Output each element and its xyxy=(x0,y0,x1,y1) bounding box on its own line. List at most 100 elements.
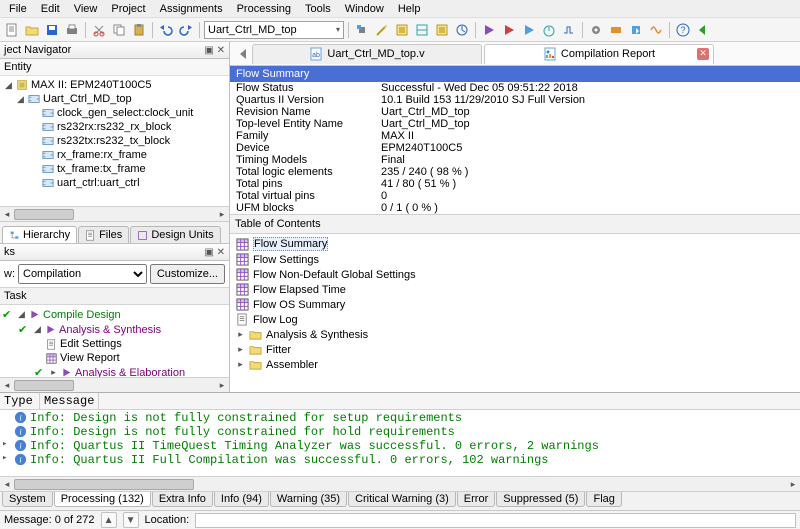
close-tab-icon[interactable]: ✕ xyxy=(697,48,709,60)
msgtab-processing[interactable]: Processing (132) xyxy=(54,492,151,507)
expand-icon[interactable]: ◢ xyxy=(16,94,25,105)
msgtab-critical[interactable]: Critical Warning (3) xyxy=(348,492,456,507)
msgtab-extra-info[interactable]: Extra Info xyxy=(152,492,213,507)
play-icon xyxy=(61,367,72,377)
simulation-icon[interactable] xyxy=(560,21,578,39)
paste-icon[interactable] xyxy=(130,21,148,39)
new-file-icon[interactable] xyxy=(3,21,21,39)
entity-node[interactable]: tx_frame:tx_frame xyxy=(57,163,146,175)
tasks-scrollbar[interactable]: ◂▸ xyxy=(0,377,229,392)
entity-node[interactable]: rs232tx:rs232_tx_block xyxy=(57,135,170,147)
message-line[interactable]: Info: Quartus II TimeQuest Timing Analyz… xyxy=(30,439,599,453)
device-node[interactable]: MAX II: EPM240T100C5 xyxy=(31,79,151,91)
prev-message-icon[interactable]: ▲ xyxy=(101,512,117,528)
msgtab-system[interactable]: System xyxy=(2,492,53,507)
tree-scrollbar[interactable]: ◂▸ xyxy=(0,206,229,221)
toc-folder[interactable]: Assembler xyxy=(266,359,318,371)
message-line[interactable]: Info: Quartus II Full Compilation was su… xyxy=(30,453,548,467)
compile-play-icon[interactable] xyxy=(480,21,498,39)
location-field[interactable] xyxy=(195,513,796,528)
toc-item[interactable]: Flow Non-Default Global Settings xyxy=(253,269,416,281)
entity-node[interactable]: clock_gen_select:clock_unit xyxy=(57,107,193,119)
menu-file[interactable]: File xyxy=(2,2,34,16)
copy-icon[interactable] xyxy=(110,21,128,39)
timing-icon[interactable] xyxy=(453,21,471,39)
assign-editor-icon[interactable] xyxy=(413,21,431,39)
signaltap-icon[interactable] xyxy=(647,21,665,39)
msgtab-flag[interactable]: Flag xyxy=(586,492,621,507)
table-of-contents[interactable]: Flow Summary Flow Settings Flow Non-Defa… xyxy=(230,234,800,392)
back-nav-icon[interactable] xyxy=(694,21,712,39)
flow-key: Top-level Entity Name xyxy=(230,118,375,130)
entity-node[interactable]: rs232rx:rs232_rx_block xyxy=(57,121,171,133)
msgtab-warning[interactable]: Warning (35) xyxy=(270,492,347,507)
panel-undock-icon[interactable]: ▣ ✕ xyxy=(204,247,225,258)
next-message-icon[interactable]: ▼ xyxy=(123,512,139,528)
msgtab-error[interactable]: Error xyxy=(457,492,495,507)
rtl-viewer-icon[interactable] xyxy=(587,21,605,39)
menu-tools[interactable]: Tools xyxy=(298,2,338,16)
tech-viewer-icon[interactable] xyxy=(607,21,625,39)
toc-folder[interactable]: Analysis & Synthesis xyxy=(266,329,368,341)
toc-item[interactable]: Flow Settings xyxy=(253,254,319,266)
save-icon[interactable] xyxy=(43,21,61,39)
toc-item[interactable]: Flow Summary xyxy=(253,237,328,251)
cut-icon[interactable] xyxy=(90,21,108,39)
hierarchy-tree[interactable]: ◢ MAX II: EPM240T100C5 ◢ Uart_Ctrl_MD_to… xyxy=(0,76,229,206)
messages-list[interactable]: Info: Design is not fully constrained fo… xyxy=(0,410,800,476)
tab-design-units[interactable]: Design Units xyxy=(130,226,220,243)
menu-window[interactable]: Window xyxy=(338,2,391,16)
menu-help[interactable]: Help xyxy=(391,2,428,16)
pin-planner-icon[interactable] xyxy=(433,21,451,39)
toc-item[interactable]: Flow Elapsed Time xyxy=(253,284,346,296)
tab-compilation-report[interactable]: Compilation Report ✕ xyxy=(484,44,714,64)
expand-icon[interactable]: ▸ xyxy=(236,329,245,340)
top-entity-node[interactable]: Uart_Ctrl_MD_top xyxy=(43,93,132,105)
message-line[interactable]: Info: Design is not fully constrained fo… xyxy=(30,411,462,425)
programmer-icon[interactable] xyxy=(627,21,645,39)
entity-node[interactable]: rx_frame:rx_frame xyxy=(57,149,147,161)
chip-icon[interactable] xyxy=(393,21,411,39)
open-icon[interactable] xyxy=(23,21,41,39)
toc-item[interactable]: Flow Log xyxy=(253,314,298,326)
panel-undock-icon[interactable]: ▣ ✕ xyxy=(204,45,225,56)
messages-scrollbar[interactable]: ◂▸ xyxy=(0,476,800,491)
help-icon[interactable]: ? xyxy=(674,21,692,39)
customize-button[interactable]: Customize... xyxy=(150,264,225,284)
task-analysis-synth[interactable]: Analysis & Synthesis xyxy=(59,324,161,336)
stop-icon[interactable] xyxy=(500,21,518,39)
menu-edit[interactable]: Edit xyxy=(34,2,67,16)
task-edit-settings[interactable]: Edit Settings xyxy=(60,338,122,350)
menu-processing[interactable]: Processing xyxy=(230,2,298,16)
msgtab-suppressed[interactable]: Suppressed (5) xyxy=(496,492,585,507)
flow-selector[interactable]: Compilation xyxy=(18,264,147,284)
flow-key: Revision Name xyxy=(230,106,375,118)
menu-view[interactable]: View xyxy=(67,2,105,16)
message-line[interactable]: Info: Design is not fully constrained fo… xyxy=(30,425,455,439)
toc-item[interactable]: Flow OS Summary xyxy=(253,299,345,311)
menu-assignments[interactable]: Assignments xyxy=(153,2,230,16)
entity-node[interactable]: uart_ctrl:uart_ctrl xyxy=(57,177,140,189)
expand-icon[interactable]: ▸ xyxy=(236,359,245,370)
print-icon[interactable] xyxy=(63,21,81,39)
tab-source-file[interactable]: ab Uart_Ctrl_MD_top.v xyxy=(252,44,482,64)
tab-files[interactable]: Files xyxy=(78,226,129,243)
undo-icon[interactable] xyxy=(157,21,175,39)
task-compile[interactable]: Compile Design xyxy=(43,309,121,321)
tab-nav-icon[interactable] xyxy=(234,47,252,61)
toc-folder[interactable]: Fitter xyxy=(266,344,291,356)
tasks-tree[interactable]: ✔◢Compile Design ✔◢Analysis & Synthesis … xyxy=(0,305,229,377)
settings-icon[interactable] xyxy=(353,21,371,39)
expand-icon[interactable]: ▸ xyxy=(236,344,245,355)
task-analysis-elab[interactable]: Analysis & Elaboration xyxy=(75,367,185,378)
task-view-report[interactable]: View Report xyxy=(60,352,120,364)
wand-icon[interactable] xyxy=(373,21,391,39)
expand-icon[interactable]: ◢ xyxy=(4,80,13,91)
msgtab-info[interactable]: Info (94) xyxy=(214,492,269,507)
menu-project[interactable]: Project xyxy=(104,2,152,16)
analyze-icon[interactable] xyxy=(520,21,538,39)
project-selector[interactable]: Uart_Ctrl_MD_top ▾ xyxy=(204,21,344,39)
tab-hierarchy[interactable]: Hierarchy xyxy=(2,226,77,243)
timing-analyze-icon[interactable] xyxy=(540,21,558,39)
redo-icon[interactable] xyxy=(177,21,195,39)
